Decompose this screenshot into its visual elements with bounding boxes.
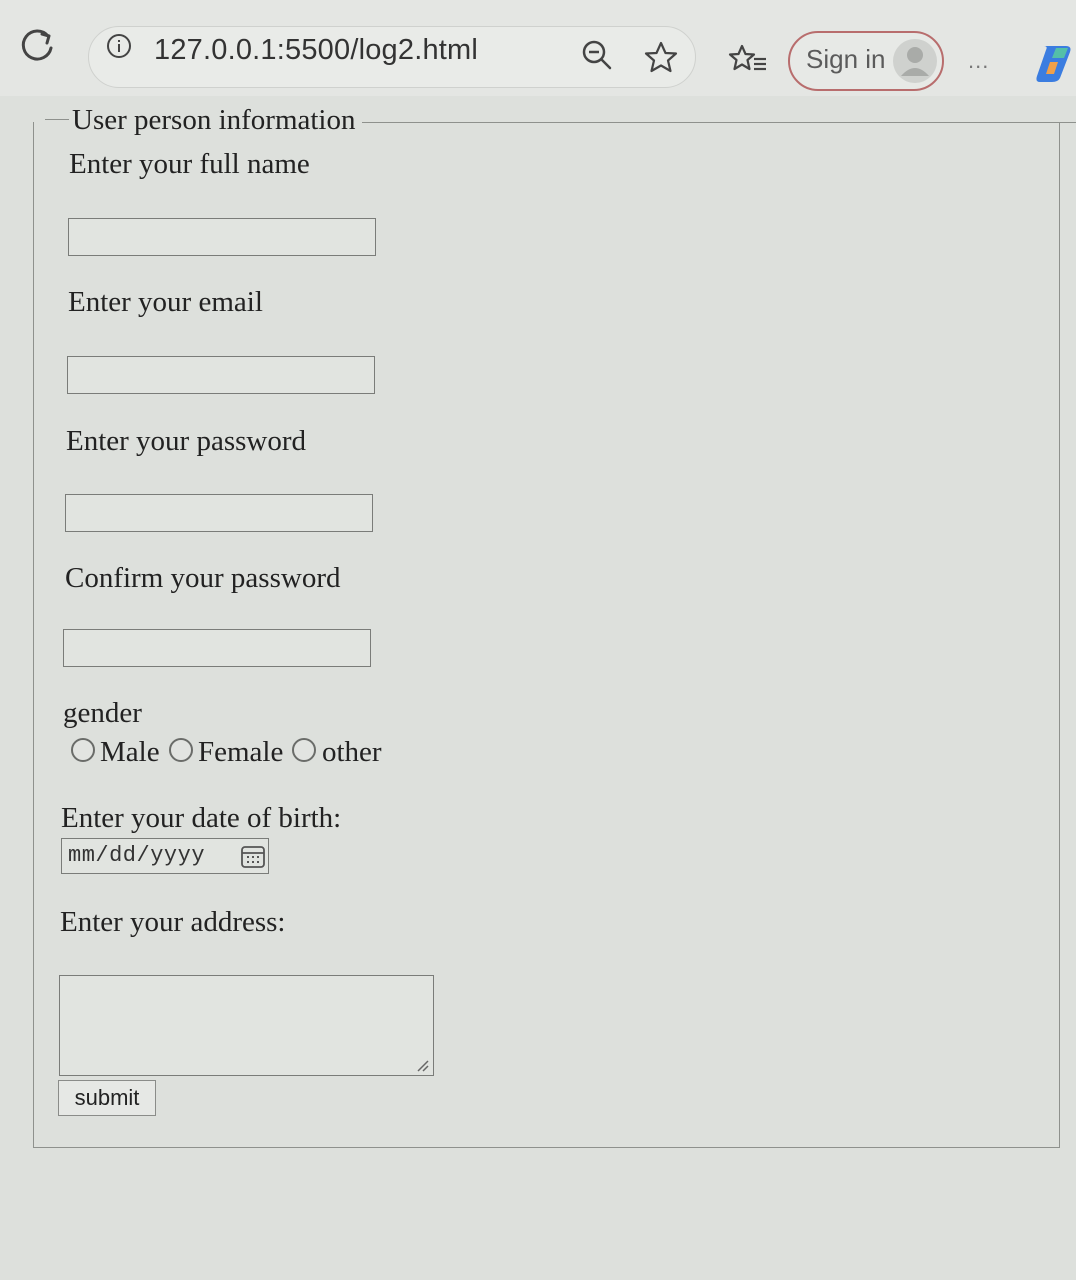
resize-handle-icon[interactable] bbox=[414, 1057, 430, 1073]
confirm-password-input[interactable] bbox=[63, 629, 371, 667]
gender-male-label: Male bbox=[100, 736, 160, 768]
gender-male-radio[interactable] bbox=[71, 738, 95, 762]
email-label: Enter your email bbox=[68, 286, 263, 318]
password-input[interactable] bbox=[65, 494, 373, 532]
gender-female-radio[interactable] bbox=[169, 738, 193, 762]
more-options-icon[interactable]: ... bbox=[968, 48, 989, 74]
submit-button[interactable]: submit bbox=[58, 1080, 156, 1116]
site-info-icon[interactable] bbox=[106, 33, 132, 59]
password-label: Enter your password bbox=[66, 425, 307, 457]
avatar-icon bbox=[893, 39, 937, 83]
browser-toolbar: 127.0.0.1:5500/log2.html Sign in ... bbox=[0, 0, 1076, 96]
full-name-label: Enter your full name bbox=[69, 148, 310, 180]
form-legend: User person information bbox=[72, 104, 356, 136]
copilot-icon[interactable] bbox=[1036, 40, 1076, 84]
address-label: Enter your address: bbox=[60, 906, 286, 938]
favorite-star-icon[interactable] bbox=[643, 40, 679, 76]
zoom-out-icon[interactable] bbox=[580, 38, 614, 72]
fieldset-border bbox=[45, 119, 69, 120]
favorites-list-icon[interactable] bbox=[728, 42, 768, 78]
gender-other-radio[interactable] bbox=[292, 738, 316, 762]
email-input[interactable] bbox=[67, 356, 375, 394]
dob-label: Enter your date of birth: bbox=[61, 802, 342, 834]
address-textarea[interactable] bbox=[59, 975, 434, 1076]
calendar-icon[interactable] bbox=[240, 845, 266, 869]
confirm-password-label: Confirm your password bbox=[65, 562, 341, 594]
full-name-input[interactable] bbox=[68, 218, 376, 256]
reload-icon[interactable] bbox=[18, 26, 58, 66]
url-text[interactable]: 127.0.0.1:5500/log2.html bbox=[154, 34, 478, 67]
sign-in-label: Sign in bbox=[806, 44, 886, 74]
gender-other-label: other bbox=[322, 736, 382, 768]
gender-label: gender bbox=[63, 697, 142, 729]
fieldset-border bbox=[362, 122, 1076, 123]
gender-female-label: Female bbox=[198, 736, 284, 768]
dob-placeholder: mm/dd/yyyy bbox=[68, 843, 206, 868]
